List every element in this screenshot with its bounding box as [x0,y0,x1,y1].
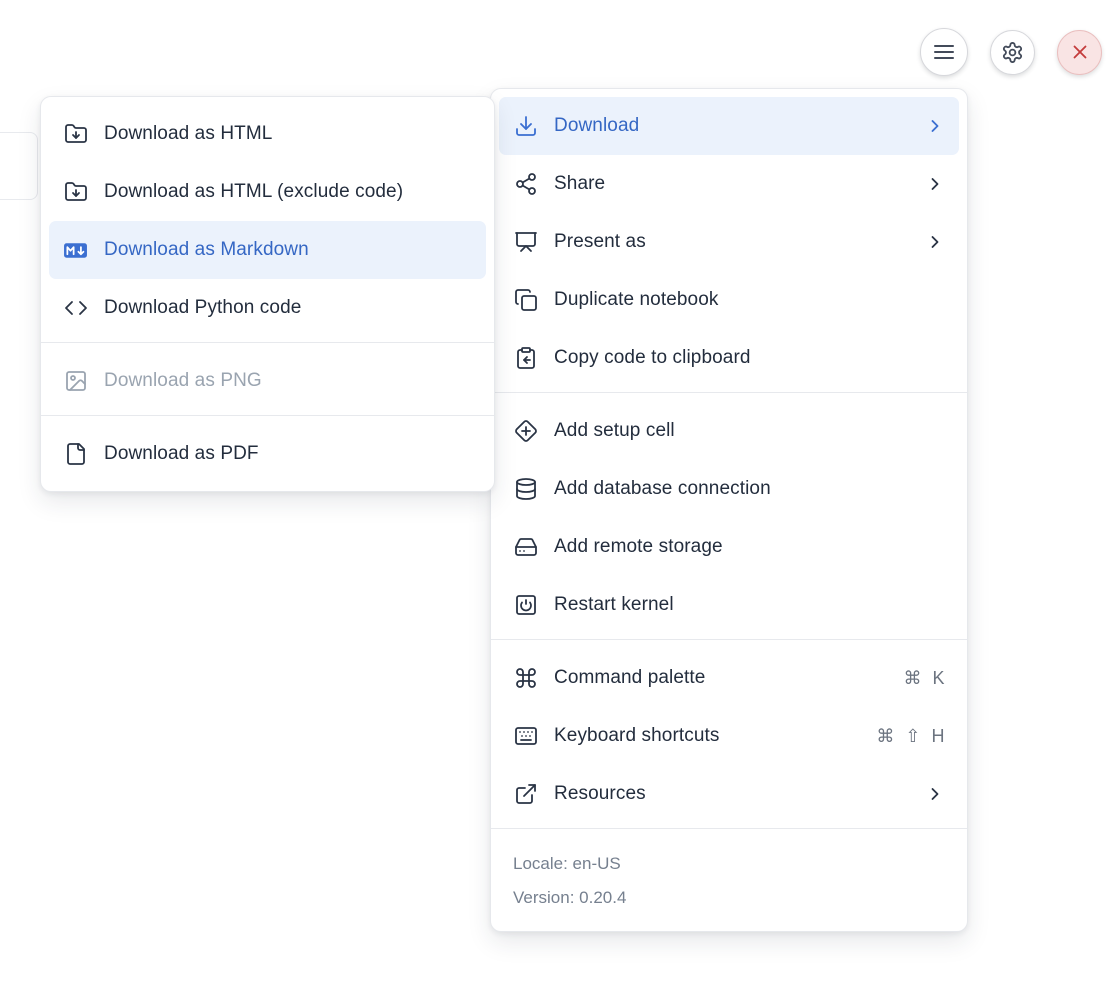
submenu-item-download-html[interactable]: Download as HTML [49,105,486,163]
menu-item-label: Add setup cell [554,420,945,442]
share-icon [513,172,538,197]
menu-item-command-palette[interactable]: Command palette ⌘ K [499,649,959,707]
menu-item-label: Copy code to clipboard [554,347,945,369]
menu-item-label: Add database connection [554,478,945,500]
background-cell-outline [0,132,38,200]
download-submenu: Download as HTML Download as HTML (exclu… [40,96,495,492]
download-icon [513,114,538,139]
diamond-plus-icon [513,419,538,444]
menu-item-copy-code[interactable]: Copy code to clipboard [499,329,959,387]
menu-item-keyboard-shortcuts[interactable]: Keyboard shortcuts ⌘ ⇧ H [499,707,959,765]
shortcut-badge: ⌘ K [903,668,945,689]
menu-item-label: Download as PNG [104,370,472,392]
menu-item-add-database-connection[interactable]: Add database connection [499,460,959,518]
chevron-right-icon [925,784,945,804]
menu-item-duplicate-notebook[interactable]: Duplicate notebook [499,271,959,329]
menu-separator [491,392,967,393]
menu-item-label: Download Python code [104,297,472,319]
menu-item-label: Download [554,115,909,137]
command-icon [513,666,538,691]
menu-separator [41,342,494,343]
image-icon [63,369,88,394]
menu-item-label: Present as [554,231,909,253]
file-icon [63,442,88,467]
copy-icon [513,288,538,313]
menu-separator [491,639,967,640]
close-icon [1069,41,1091,63]
menu-item-share[interactable]: Share [499,155,959,213]
version-text: Version: 0.20.4 [513,881,945,915]
menu-item-label: Add remote storage [554,536,945,558]
menu-item-label: Resources [554,783,909,805]
notebook-actions-menu: Download Share Present as Duplicate note… [490,88,968,932]
menu-item-label: Duplicate notebook [554,289,945,311]
menu-item-download[interactable]: Download [499,97,959,155]
menu-item-add-remote-storage[interactable]: Add remote storage [499,518,959,576]
submenu-item-download-html-no-code[interactable]: Download as HTML (exclude code) [49,163,486,221]
menu-item-label: Keyboard shortcuts [554,725,860,747]
menu-item-label: Restart kernel [554,594,945,616]
folder-download-icon [63,122,88,147]
shutdown-button[interactable] [1057,30,1102,75]
submenu-item-download-python[interactable]: Download Python code [49,279,486,337]
hard-drive-icon [513,535,538,560]
locale-text: Locale: en-US [513,847,945,881]
chevron-right-icon [925,174,945,194]
code-icon [63,296,88,321]
submenu-item-download-pdf[interactable]: Download as PDF [49,425,486,483]
menu-item-resources[interactable]: Resources [499,765,959,823]
menu-item-label: Share [554,173,909,195]
menu-item-label: Download as PDF [104,443,472,465]
hamburger-icon [932,40,956,64]
menu-item-label: Download as HTML [104,123,472,145]
external-link-icon [513,782,538,807]
menu-separator [491,828,967,829]
markdown-icon [63,238,88,263]
menu-item-add-setup-cell[interactable]: Add setup cell [499,402,959,460]
settings-button[interactable] [990,30,1035,75]
menu-footer: Locale: en-US Version: 0.20.4 [491,838,967,923]
submenu-item-download-markdown[interactable]: Download as Markdown [49,221,486,279]
shortcut-badge: ⌘ ⇧ H [876,726,945,747]
chevron-right-icon [925,232,945,252]
top-toolbar [920,28,1102,76]
menu-separator [41,415,494,416]
keyboard-icon [513,724,538,749]
menu-item-label: Command palette [554,667,887,689]
notebook-menu-button[interactable] [920,28,968,76]
submenu-item-download-png[interactable]: Download as PNG [49,352,486,410]
presentation-icon [513,230,538,255]
square-power-icon [513,593,538,618]
chevron-right-icon [925,116,945,136]
menu-item-label: Download as Markdown [104,239,472,261]
gear-icon [1001,41,1024,64]
menu-item-label: Download as HTML (exclude code) [104,181,472,203]
database-icon [513,477,538,502]
menu-item-present-as[interactable]: Present as [499,213,959,271]
clipboard-copy-icon [513,346,538,371]
folder-download-icon [63,180,88,205]
menu-item-restart-kernel[interactable]: Restart kernel [499,576,959,634]
